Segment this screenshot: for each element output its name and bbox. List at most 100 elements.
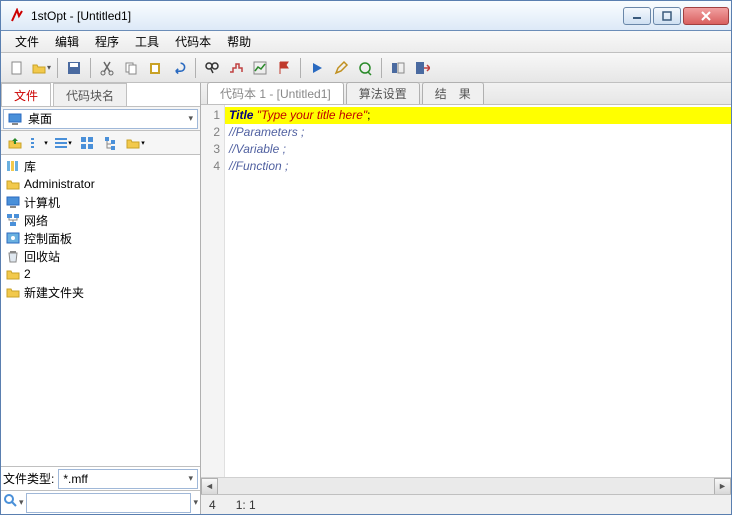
library-icon <box>5 158 21 174</box>
paste-button[interactable] <box>144 57 166 79</box>
maximize-button[interactable] <box>653 7 681 25</box>
folder-icon <box>5 266 21 282</box>
search-icon <box>3 493 19 512</box>
line-number: 3 <box>201 141 220 158</box>
undo-button[interactable] <box>168 57 190 79</box>
tree-item-computer[interactable]: 计算机 <box>3 193 198 211</box>
tool-chart-button[interactable] <box>225 57 247 79</box>
menu-help[interactable]: 帮助 <box>219 31 259 52</box>
close-button[interactable] <box>683 7 729 25</box>
statusbar: 4 1: 1 <box>201 494 731 514</box>
line-gutter: 1 2 3 4 <box>201 105 225 477</box>
scroll-track[interactable] <box>218 478 714 495</box>
new-button[interactable] <box>6 57 28 79</box>
toolbar: ▾ <box>1 53 731 83</box>
edit-pen-button[interactable] <box>330 57 352 79</box>
tool-flag-button[interactable] <box>273 57 295 79</box>
exit-button[interactable] <box>411 57 433 79</box>
view-list-button[interactable]: ▾ <box>28 132 50 154</box>
string: "Type your title here" <box>257 108 367 122</box>
find-button[interactable] <box>201 57 223 79</box>
separator <box>195 58 196 78</box>
separator <box>57 58 58 78</box>
open-button[interactable]: ▾ <box>30 57 52 79</box>
computer-icon <box>5 194 21 210</box>
menu-file[interactable]: 文件 <box>7 31 47 52</box>
separator <box>300 58 301 78</box>
tree-label: 新建文件夹 <box>24 284 84 301</box>
content-area: 文件 代码块名 桌面 ▾ ▾ ▾ ▾ 库 Administrator <box>1 83 731 514</box>
menu-codebook[interactable]: 代码本 <box>167 31 219 52</box>
cut-button[interactable] <box>96 57 118 79</box>
keyword: Title <box>229 108 257 122</box>
window-title: 1stOpt - [Untitled1] <box>31 9 623 23</box>
comment: //Parameters ; <box>229 125 304 139</box>
titlebar: 1stOpt - [Untitled1] <box>1 1 731 31</box>
tree-item-recycle[interactable]: 回收站 <box>3 247 198 265</box>
location-select[interactable]: 桌面 ▾ <box>3 109 198 129</box>
sidebar-tabs: 文件 代码块名 <box>1 83 200 107</box>
tab-algorithm[interactable]: 算法设置 <box>346 82 420 104</box>
punct: ; <box>367 108 370 122</box>
minimize-button[interactable] <box>623 7 651 25</box>
scroll-left-icon[interactable]: ◄ <box>201 478 218 495</box>
code-area[interactable]: Title "Type your title here"; //Paramete… <box>225 105 731 477</box>
tool-plot-button[interactable] <box>249 57 271 79</box>
tree-item-admin[interactable]: Administrator <box>3 175 198 193</box>
tree-item-network[interactable]: 网络 <box>3 211 198 229</box>
code-line[interactable]: //Parameters ; <box>225 124 731 141</box>
tree-item-two[interactable]: 2 <box>3 265 198 283</box>
view-detail-button[interactable]: ▾ <box>52 132 74 154</box>
horizontal-scrollbar[interactable]: ◄ ► <box>201 477 731 494</box>
stop-button[interactable] <box>354 57 376 79</box>
search-dropdown-icon[interactable]: ▾ <box>19 497 24 508</box>
tree-label: 2 <box>24 267 31 281</box>
up-button[interactable] <box>4 132 26 154</box>
tab-result[interactable]: 结 果 <box>422 82 484 104</box>
sidebar-tab-codeblock[interactable]: 代码块名 <box>53 83 127 106</box>
tree-item-newfolder[interactable]: 新建文件夹 <box>3 283 198 301</box>
line-number: 1 <box>201 107 220 124</box>
tree-label: 计算机 <box>24 194 60 211</box>
code-line[interactable]: Title "Type your title here"; <box>225 107 731 124</box>
copy-button[interactable] <box>120 57 142 79</box>
sidebar-tab-file[interactable]: 文件 <box>1 83 51 106</box>
control-panel-icon <box>5 230 21 246</box>
status-pos: 1: 1 <box>236 498 256 512</box>
desktop-icon <box>8 112 24 126</box>
code-line[interactable]: //Variable ; <box>225 141 731 158</box>
view-grid-button[interactable] <box>76 132 98 154</box>
recycle-icon <box>5 248 21 264</box>
menu-program[interactable]: 程序 <box>87 31 127 52</box>
search-history-icon[interactable]: ▾ <box>193 497 198 508</box>
code-line[interactable]: //Function ; <box>225 158 731 175</box>
location-bar: 桌面 ▾ <box>1 107 200 131</box>
panel-toggle-button[interactable] <box>387 57 409 79</box>
menu-edit[interactable]: 编辑 <box>47 31 87 52</box>
separator <box>381 58 382 78</box>
filetype-value: *.mff <box>63 472 87 486</box>
tab-codebook[interactable]: 代码本 1 - [Untitled1] <box>207 82 344 104</box>
app-window: 1stOpt - [Untitled1] 文件 编辑 程序 工具 代码本 帮助 … <box>0 0 732 515</box>
filetype-select[interactable]: *.mff ▾ <box>58 469 198 489</box>
new-folder-button[interactable]: ▾ <box>124 132 146 154</box>
network-icon <box>5 212 21 228</box>
dropdown-icon: ▾ <box>188 113 193 124</box>
run-button[interactable] <box>306 57 328 79</box>
save-button[interactable] <box>63 57 85 79</box>
tree-item-library[interactable]: 库 <box>3 157 198 175</box>
view-tree-button[interactable] <box>100 132 122 154</box>
dropdown-icon: ▾ <box>188 473 193 484</box>
scroll-right-icon[interactable]: ► <box>714 478 731 495</box>
search-input[interactable] <box>26 493 192 513</box>
tree-label: 网络 <box>24 212 48 229</box>
code-editor[interactable]: 1 2 3 4 Title "Type your title here"; //… <box>201 105 731 477</box>
tree-label: 库 <box>24 158 36 175</box>
filetype-label: 文件类型: <box>3 470 54 487</box>
file-tree[interactable]: 库 Administrator 计算机 网络 控制面板 回收站 2 新建文件夹 <box>1 155 200 466</box>
separator <box>90 58 91 78</box>
tree-item-control[interactable]: 控制面板 <box>3 229 198 247</box>
folder-icon <box>5 176 21 192</box>
app-icon <box>9 8 25 24</box>
menu-tools[interactable]: 工具 <box>127 31 167 52</box>
